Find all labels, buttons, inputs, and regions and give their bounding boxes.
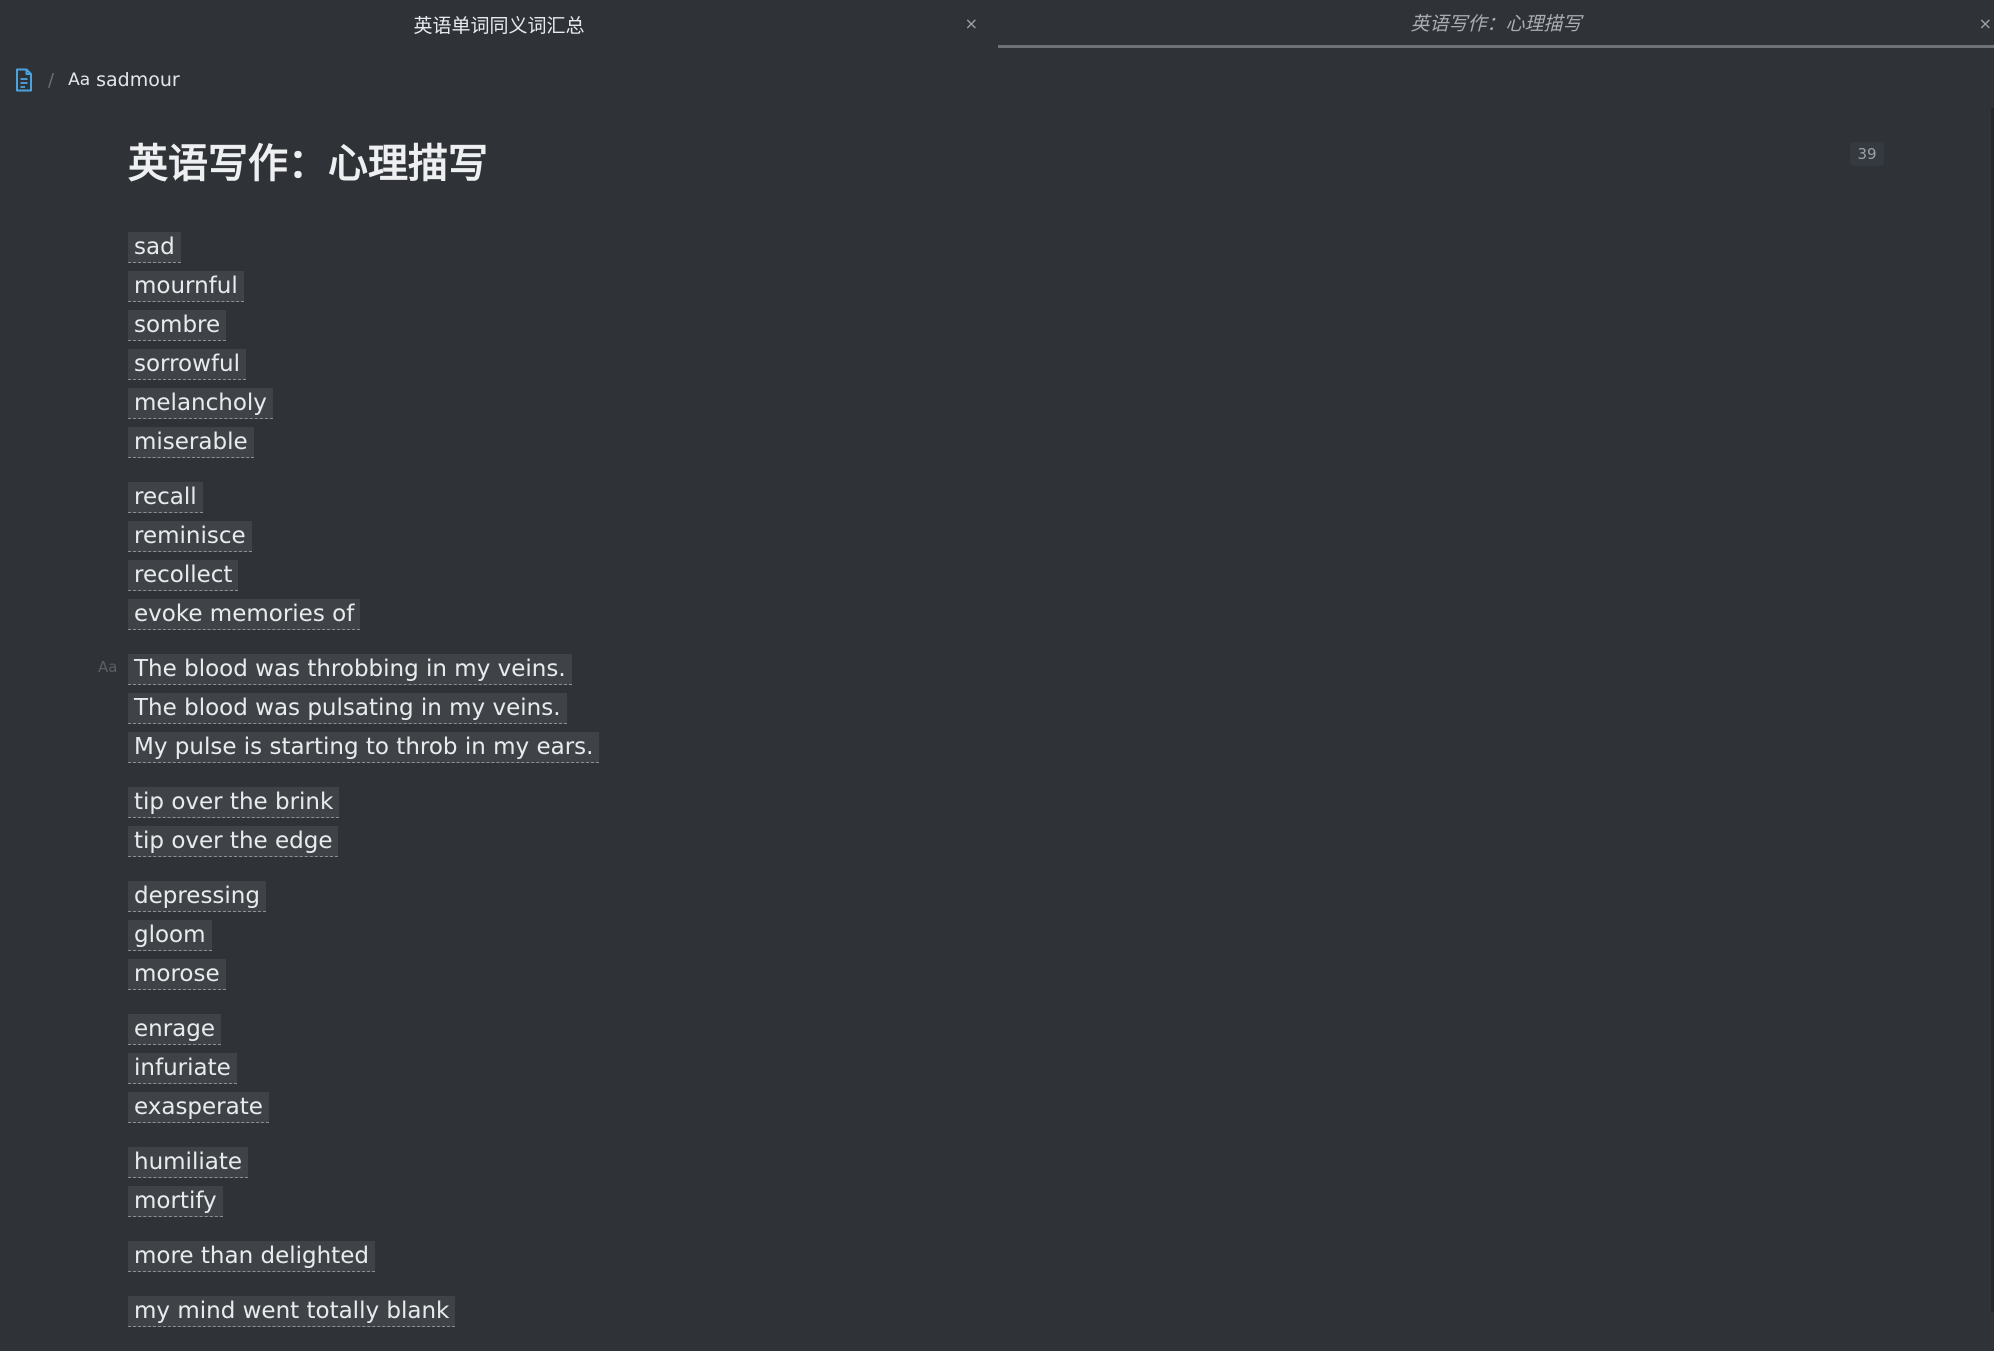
tab-english-writing[interactable]: 英语写作：心理描写 × (998, 0, 1994, 48)
tab-bar: 英语单词同义词汇总 × 英语写作：心理描写 × (0, 0, 1994, 50)
phrase-chip[interactable]: exasperate (128, 1092, 269, 1123)
close-icon[interactable]: × (1979, 16, 1992, 32)
word-group: more than delighted (128, 1241, 1828, 1280)
phrase-chip[interactable]: The blood was pulsating in my veins. (128, 693, 567, 724)
phrase-chip[interactable]: mournful (128, 271, 244, 302)
phrase-chip[interactable]: depressing (128, 881, 266, 912)
word-group: my mind went totally blank (128, 1296, 1828, 1335)
breadcrumb-separator: / (48, 69, 55, 91)
breadcrumb-prefix: Aa (68, 70, 91, 90)
phrase-chip[interactable]: gloom (128, 920, 212, 951)
word-group: humiliate mortify (128, 1147, 1828, 1225)
tab-title: 英语单词同义词汇总 (413, 14, 585, 37)
document-content: sad mournful sombre sorrowful melancholy… (98, 232, 1828, 1351)
phrase-chip[interactable]: enrage (128, 1014, 222, 1045)
tab-english-synonyms[interactable]: 英语单词同义词汇总 × (0, 0, 998, 48)
phrase-chip[interactable]: humiliate (128, 1147, 248, 1178)
phrase-chip[interactable]: tip over the edge (128, 826, 339, 857)
word-group: tip over the brink tip over the edge (128, 787, 1828, 865)
document-icon[interactable] (14, 68, 34, 92)
phrase-chip[interactable]: infuriate (128, 1053, 237, 1084)
phrase-chip[interactable]: recall (128, 482, 203, 513)
word-group: enrage infuriate exasperate (128, 1014, 1828, 1131)
phrase-chip[interactable]: mortify (128, 1186, 223, 1217)
tab-title: 英语写作：心理描写 (1410, 13, 1582, 35)
phrase-chip[interactable]: reminisce (128, 521, 252, 552)
phrase-chip[interactable]: recollect (128, 560, 239, 591)
line-hint: Aa (98, 658, 118, 676)
phrase-chip[interactable]: The blood was throbbing in my veins. (128, 654, 572, 685)
word-group: sad mournful sombre sorrowful melancholy… (128, 232, 1828, 466)
breadcrumb-item[interactable]: sadmour (96, 69, 180, 91)
phrase-chip[interactable]: melancholy (128, 388, 273, 419)
phrase-chip[interactable]: sad (128, 232, 181, 263)
phrase-chip[interactable]: morose (128, 959, 226, 990)
phrase-chip[interactable]: sorrowful (128, 349, 247, 380)
phrase-chip[interactable]: more than delighted (128, 1241, 375, 1272)
phrase-chip[interactable]: tip over the brink (128, 787, 340, 818)
close-icon[interactable]: × (965, 16, 978, 32)
word-group: Aa The blood was throbbing in my veins. … (98, 654, 1828, 771)
count-badge: 39 (1850, 142, 1884, 166)
word-group: depressing gloom morose (128, 881, 1828, 998)
phrase-chip[interactable]: miserable (128, 427, 254, 458)
breadcrumb: / Aa sadmour (14, 64, 180, 96)
phrase-chip[interactable]: My pulse is starting to throb in my ears… (128, 732, 600, 763)
page-title: 英语写作：心理描写 (128, 141, 488, 187)
word-group: recall reminisce recollect evoke memorie… (128, 482, 1828, 638)
phrase-chip[interactable]: evoke memories of (128, 599, 361, 630)
phrase-chip[interactable]: sombre (128, 310, 227, 341)
